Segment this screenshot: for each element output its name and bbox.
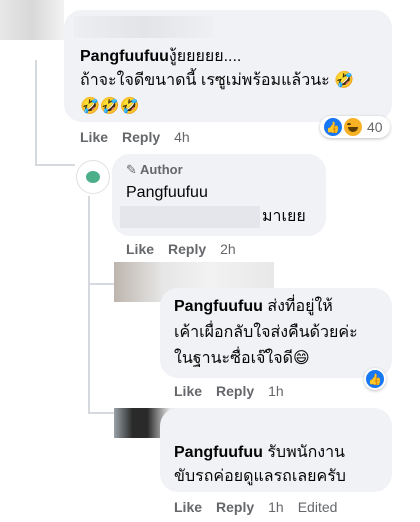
commenter-name[interactable]: Pangfuufuu [174, 298, 263, 315]
comment-text-line: ในฐานะซื่อเจ๊ใจดี😄 [174, 350, 310, 367]
comment-text-line: ส่งที่อยู่ให้ [267, 298, 333, 315]
thread-line-main [35, 60, 37, 166]
timestamp[interactable]: 4h [174, 129, 190, 145]
laugh-reaction-icon [344, 118, 362, 136]
reply-button[interactable]: Reply [216, 383, 254, 399]
reply-button[interactable]: Reply [122, 129, 160, 145]
timestamp[interactable]: 1h [268, 383, 284, 399]
comment-text-line: งู้ยยยยย.... [168, 48, 242, 65]
like-button[interactable]: Like [174, 499, 202, 515]
logo-icon [86, 171, 100, 183]
thread-line-nested [88, 196, 90, 414]
timestamp[interactable]: 2h [220, 241, 236, 257]
comment-text-line: 🤣🤣🤣 [80, 98, 140, 115]
reaction-summary[interactable]: 👍 [364, 368, 386, 390]
thread-line-reply [35, 164, 75, 166]
thread-line-nested-branch-2 [88, 412, 114, 414]
avatar[interactable] [0, 0, 64, 40]
comment-text-line: มาเยย [262, 208, 306, 225]
edited-label[interactable]: Edited [298, 499, 338, 515]
comment-text-line: รับพนักงาน [267, 444, 345, 461]
comment-bubble: ✎ Author Pangfuufuu มาเยย [112, 154, 326, 236]
thread-line-nested-branch-1 [88, 283, 114, 285]
reply-button[interactable]: Reply [216, 499, 254, 515]
commenter-name[interactable]: Pangfuufuu [174, 444, 263, 461]
author-badge: ✎ Author [126, 162, 183, 177]
comment-bubble: Pangfuufuuงู้ยยยยย.... ถ้าจะใจดีขนาดนี้ … [64, 10, 392, 122]
commenter-name[interactable]: Pangfuufuu [126, 184, 208, 202]
timestamp[interactable]: 1h [268, 499, 284, 515]
comment-text-line: ขับรถค่อยดูแลรถเลยครับ [174, 468, 346, 485]
like-button[interactable]: Like [80, 129, 108, 145]
reaction-summary[interactable]: 👍 40 [320, 116, 390, 138]
reaction-count: 40 [367, 119, 383, 135]
like-button[interactable]: Like [126, 241, 154, 257]
comment-text-line: เค้าเผื่อกลับใจส่งคืนด้วยค่ะ [174, 324, 358, 341]
reply-button[interactable]: Reply [168, 241, 206, 257]
comment-text-line: ถ้าจะใจดีขนาดนี้ เรซูเม่พร้อมแล้วนะ 🤣 [80, 72, 355, 89]
comment-bubble: Pangfuufuu ส่งที่อยู่ให้ เค้าเผื่อกลับใจ… [160, 288, 392, 378]
like-button[interactable]: Like [174, 383, 202, 399]
redacted-name [74, 16, 214, 38]
like-reaction-icon: 👍 [324, 118, 342, 136]
commenter-name[interactable]: Pangfuufuu [80, 48, 169, 65]
comment-bubble: Pangfuufuu รับพนักงาน ขับรถค่อยดูแลรถเลย… [160, 408, 392, 492]
like-reaction-icon: 👍 [366, 370, 384, 388]
redacted-text [120, 206, 260, 228]
pencil-icon: ✎ [126, 162, 137, 177]
page-avatar[interactable] [76, 160, 110, 194]
